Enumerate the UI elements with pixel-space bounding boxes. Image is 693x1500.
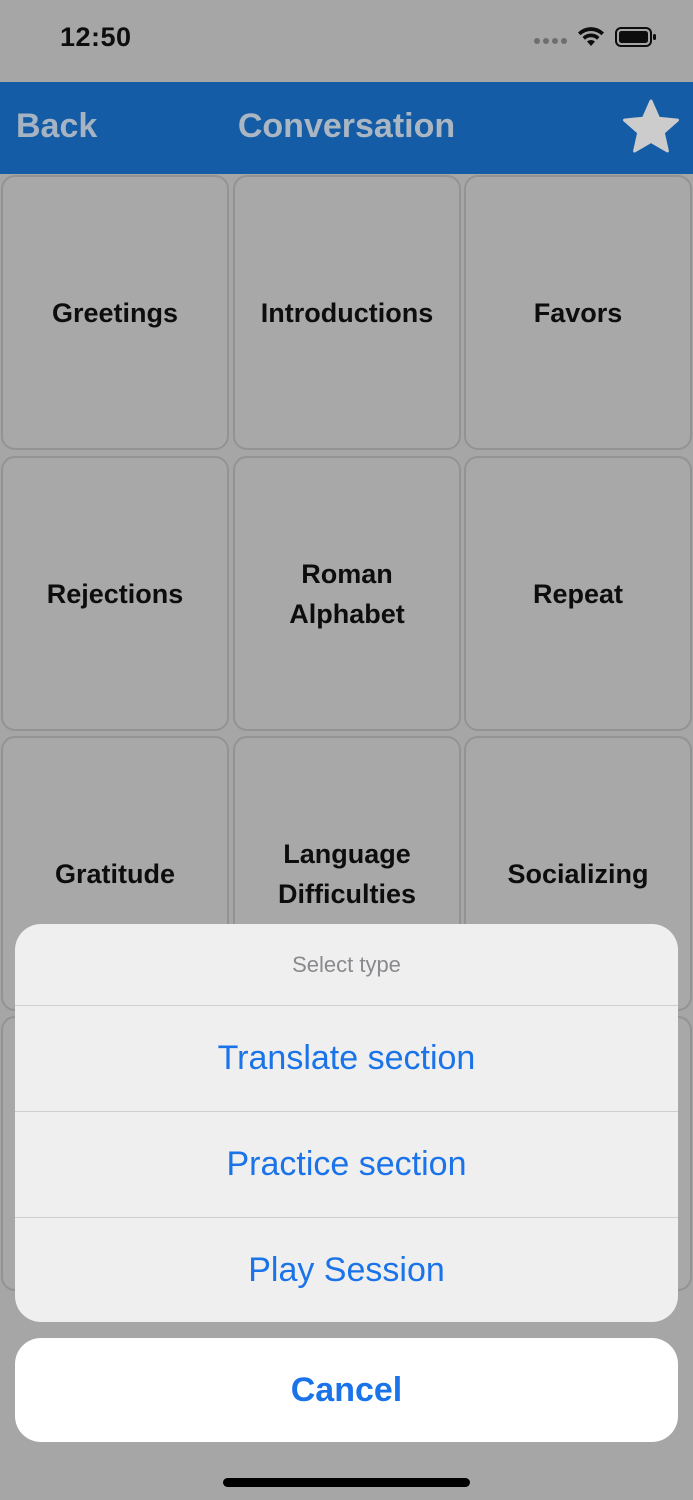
action-sheet-title: Select type	[15, 924, 678, 1006]
action-sheet: Select type Translate section Practice s…	[15, 924, 678, 1322]
practice-section-button[interactable]: Practice section	[15, 1112, 678, 1218]
cancel-button[interactable]: Cancel	[15, 1338, 678, 1442]
play-session-button[interactable]: Play Session	[15, 1218, 678, 1322]
home-indicator[interactable]	[223, 1478, 470, 1487]
app-screen: 12:50 Back Conversation Greetings Introd…	[0, 0, 693, 1500]
translate-section-button[interactable]: Translate section	[15, 1006, 678, 1112]
